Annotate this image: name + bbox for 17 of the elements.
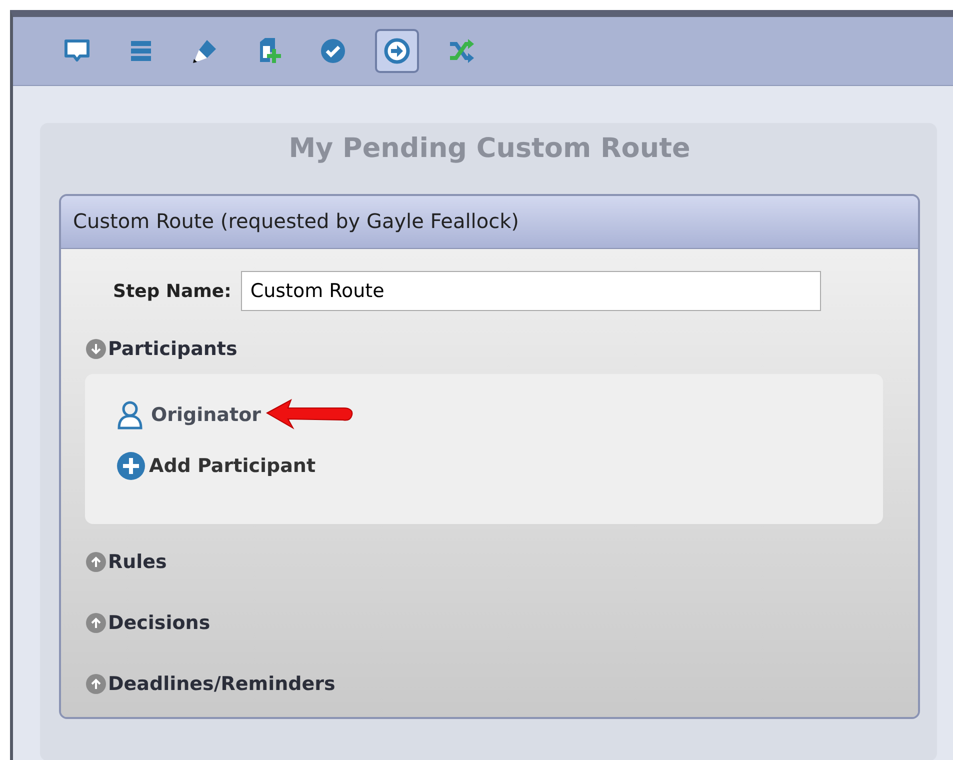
card-header: Custom Route (requested by Gayle Feallock) xyxy=(61,196,918,249)
input-field[interactable]: Custom Route xyxy=(241,271,822,311)
pencil-icon xyxy=(191,37,219,65)
field-label: Step Name: xyxy=(113,280,232,302)
section-toggle[interactable]: Decisions xyxy=(108,612,210,634)
page-title: My Pending Custom Route xyxy=(288,132,692,166)
section-toggle[interactable]: Rules xyxy=(108,551,167,573)
add-participant-link[interactable]: Add Participant xyxy=(149,455,316,477)
toolbar-button[interactable] xyxy=(375,29,419,73)
participant-name[interactable]: Originator xyxy=(151,404,262,426)
person-icon xyxy=(117,400,143,430)
checkmark-circle-icon xyxy=(319,37,347,65)
section-toggle[interactable]: Participants xyxy=(108,338,238,360)
shuffle-icon xyxy=(447,37,475,65)
arrow-circle-icon xyxy=(383,37,411,65)
section-toggle[interactable]: Deadlines/Reminders xyxy=(108,673,336,695)
plus-circle-icon xyxy=(117,452,145,480)
